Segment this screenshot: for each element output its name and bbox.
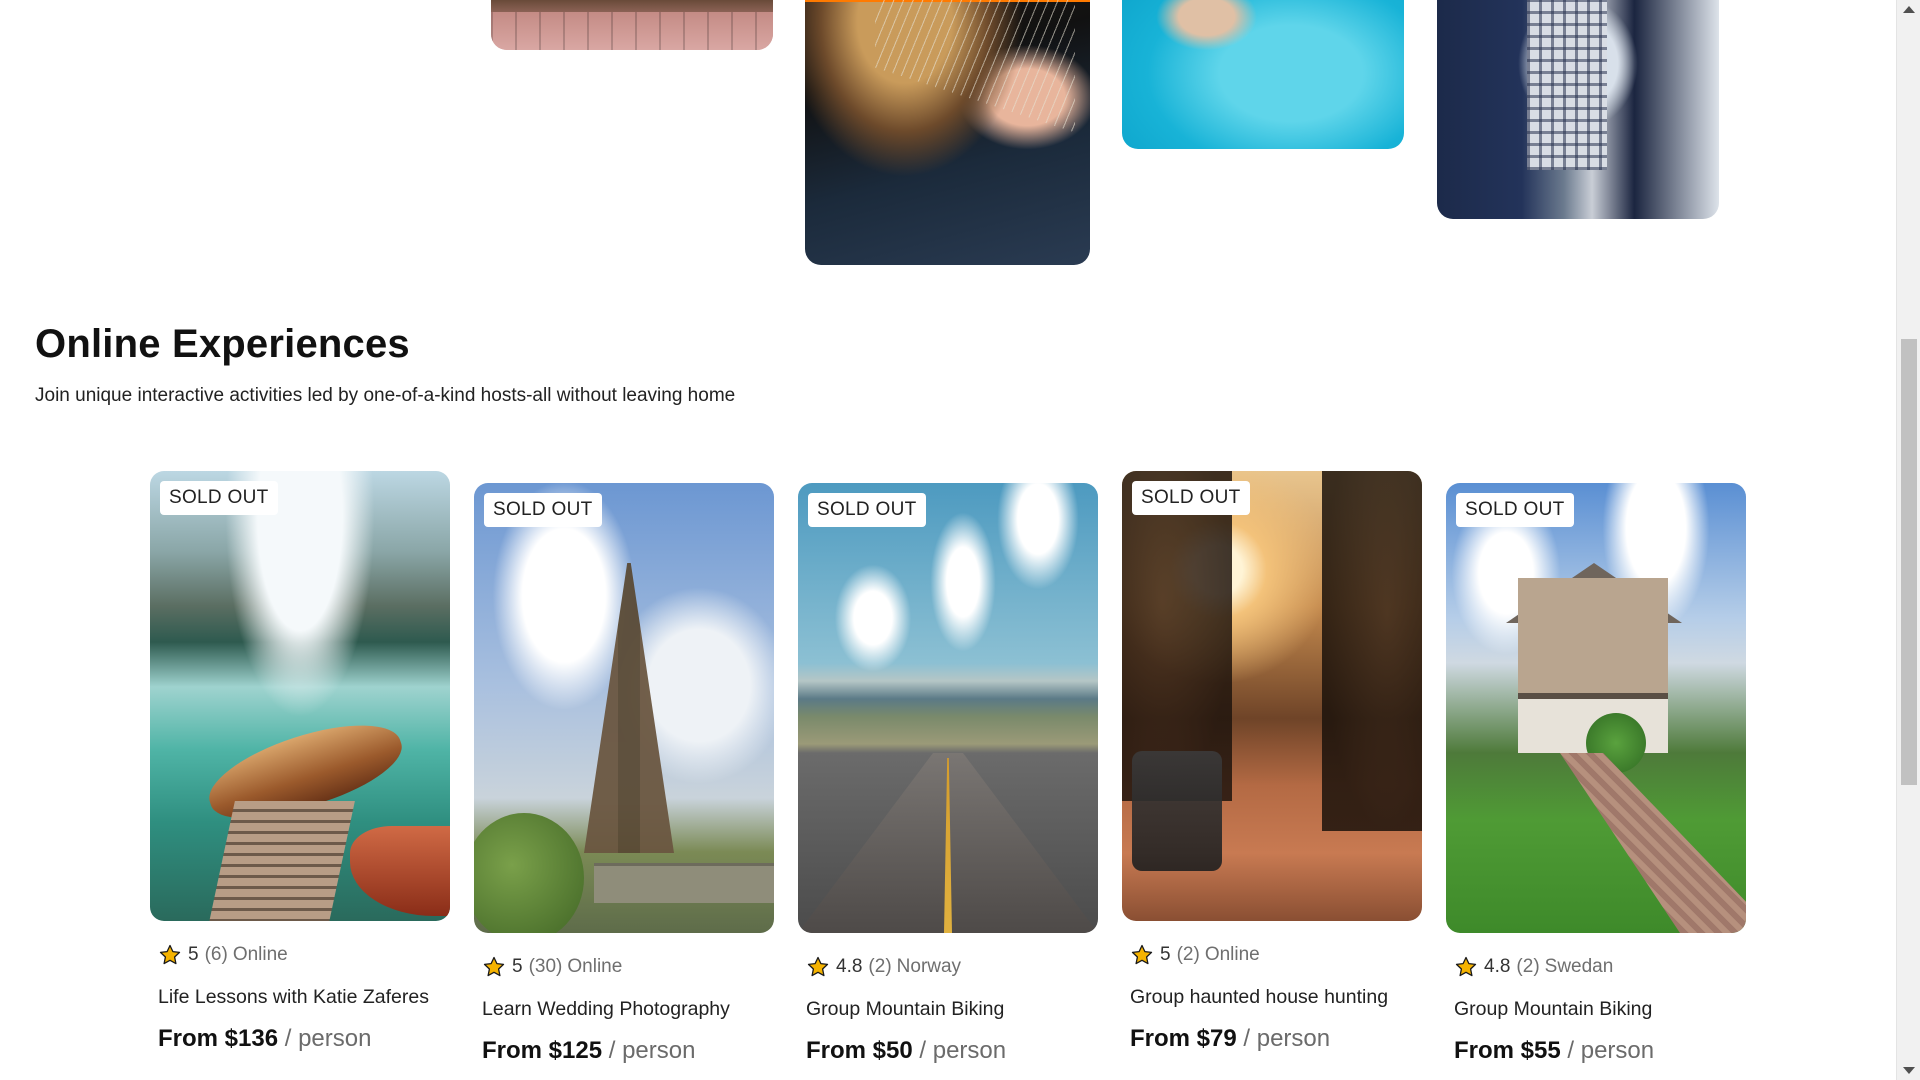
card-rating: 4.8 (2) Norway bbox=[806, 955, 1098, 979]
card-rating: 5 (6) Online bbox=[158, 943, 450, 967]
price-unit: / person bbox=[1243, 1025, 1331, 1052]
sold-out-badge: SOLD OUT bbox=[484, 493, 602, 527]
rating-value: 5 bbox=[1160, 944, 1171, 965]
price-amount: From $79 bbox=[1130, 1025, 1237, 1052]
location: Online bbox=[567, 956, 623, 977]
card-rating: 5 (2) Online bbox=[1130, 943, 1422, 967]
card-title[interactable]: Group Mountain Biking bbox=[806, 997, 1096, 1021]
top-photo-stone-floor[interactable] bbox=[491, 0, 773, 50]
price-unit: / person bbox=[284, 1025, 372, 1052]
price-amount: From $136 bbox=[158, 1025, 279, 1052]
card-photo-autumn-street[interactable]: SOLD OUT bbox=[1122, 471, 1422, 921]
card-title[interactable]: Learn Wedding Photography bbox=[482, 997, 772, 1021]
rating-value: 5 bbox=[512, 956, 523, 977]
card-price: From $125 / person bbox=[482, 1037, 774, 1065]
review-count: (2) bbox=[1516, 956, 1540, 977]
scroll-down-arrow-icon[interactable] bbox=[1903, 1067, 1915, 1074]
star-icon bbox=[1131, 944, 1153, 965]
card-photo-eiffel-tower[interactable]: SOLD OUT bbox=[474, 483, 774, 933]
price-unit: / person bbox=[919, 1037, 1007, 1064]
card-price: From $136 / person bbox=[158, 1025, 450, 1053]
experience-card[interactable]: SOLD OUT 4.8 (2) Swedan Group Mountain B… bbox=[1446, 483, 1746, 1065]
price-unit: / person bbox=[1567, 1037, 1655, 1064]
location: Online bbox=[232, 944, 288, 965]
rating-value: 4.8 bbox=[836, 956, 863, 977]
vertical-scrollbar[interactable] bbox=[1896, 0, 1920, 1080]
top-photo-person[interactable] bbox=[1437, 0, 1719, 219]
star-icon bbox=[483, 956, 505, 977]
review-count: (6) bbox=[204, 944, 228, 965]
price-amount: From $50 bbox=[806, 1037, 913, 1064]
experience-card[interactable]: SOLD OUT 5 (6) Online Life Lessons with … bbox=[150, 471, 450, 1053]
experience-card[interactable]: SOLD OUT 5 (30) Online Learn Wedding Pho… bbox=[474, 483, 774, 1065]
card-photo-lake-boat[interactable]: SOLD OUT bbox=[150, 471, 450, 921]
top-photo-guitar[interactable] bbox=[805, 0, 1090, 265]
card-photo-house[interactable]: SOLD OUT bbox=[1446, 483, 1746, 933]
rating-value: 5 bbox=[188, 944, 199, 965]
page: Online Experiences Join unique interacti… bbox=[0, 0, 1896, 1080]
sold-out-badge: SOLD OUT bbox=[160, 481, 278, 515]
review-count: (30) bbox=[528, 956, 563, 977]
card-price: From $50 / person bbox=[806, 1037, 1098, 1065]
star-icon bbox=[159, 944, 181, 965]
price-unit: / person bbox=[608, 1037, 696, 1064]
card-photo-mountain-road[interactable]: SOLD OUT bbox=[798, 483, 1098, 933]
review-count: (2) bbox=[868, 956, 892, 977]
sold-out-badge: SOLD OUT bbox=[808, 493, 926, 527]
location: Swedan bbox=[1544, 956, 1614, 977]
top-photo-swimmer[interactable] bbox=[1122, 0, 1404, 149]
sold-out-badge: SOLD OUT bbox=[1132, 481, 1250, 515]
card-title[interactable]: Group Mountain Biking bbox=[1454, 997, 1744, 1021]
star-icon bbox=[807, 956, 829, 977]
card-rating: 4.8 (2) Swedan bbox=[1454, 955, 1746, 979]
price-amount: From $125 bbox=[482, 1037, 603, 1064]
scroll-thumb[interactable] bbox=[1901, 339, 1917, 785]
experience-card[interactable]: SOLD OUT 5 (2) Online Group haunted hous… bbox=[1122, 471, 1422, 1053]
location: Norway bbox=[896, 956, 962, 977]
section-subtitle: Join unique interactive activities led b… bbox=[35, 385, 736, 406]
card-price: From $55 / person bbox=[1454, 1037, 1746, 1065]
sold-out-badge: SOLD OUT bbox=[1456, 493, 1574, 527]
card-title[interactable]: Life Lessons with Katie Zaferes bbox=[158, 985, 448, 1009]
price-amount: From $55 bbox=[1454, 1037, 1561, 1064]
card-rating: 5 (30) Online bbox=[482, 955, 774, 979]
card-price: From $79 / person bbox=[1130, 1025, 1422, 1053]
experience-card[interactable]: SOLD OUT 4.8 (2) Norway Group Mountain B… bbox=[798, 483, 1098, 1065]
location: Online bbox=[1204, 944, 1260, 965]
scroll-up-arrow-icon[interactable] bbox=[1903, 6, 1915, 13]
card-title[interactable]: Group haunted house hunting bbox=[1130, 985, 1420, 1009]
rating-value: 4.8 bbox=[1484, 956, 1511, 977]
section-title: Online Experiences bbox=[35, 322, 410, 366]
review-count: (2) bbox=[1176, 944, 1200, 965]
star-icon bbox=[1455, 956, 1477, 977]
